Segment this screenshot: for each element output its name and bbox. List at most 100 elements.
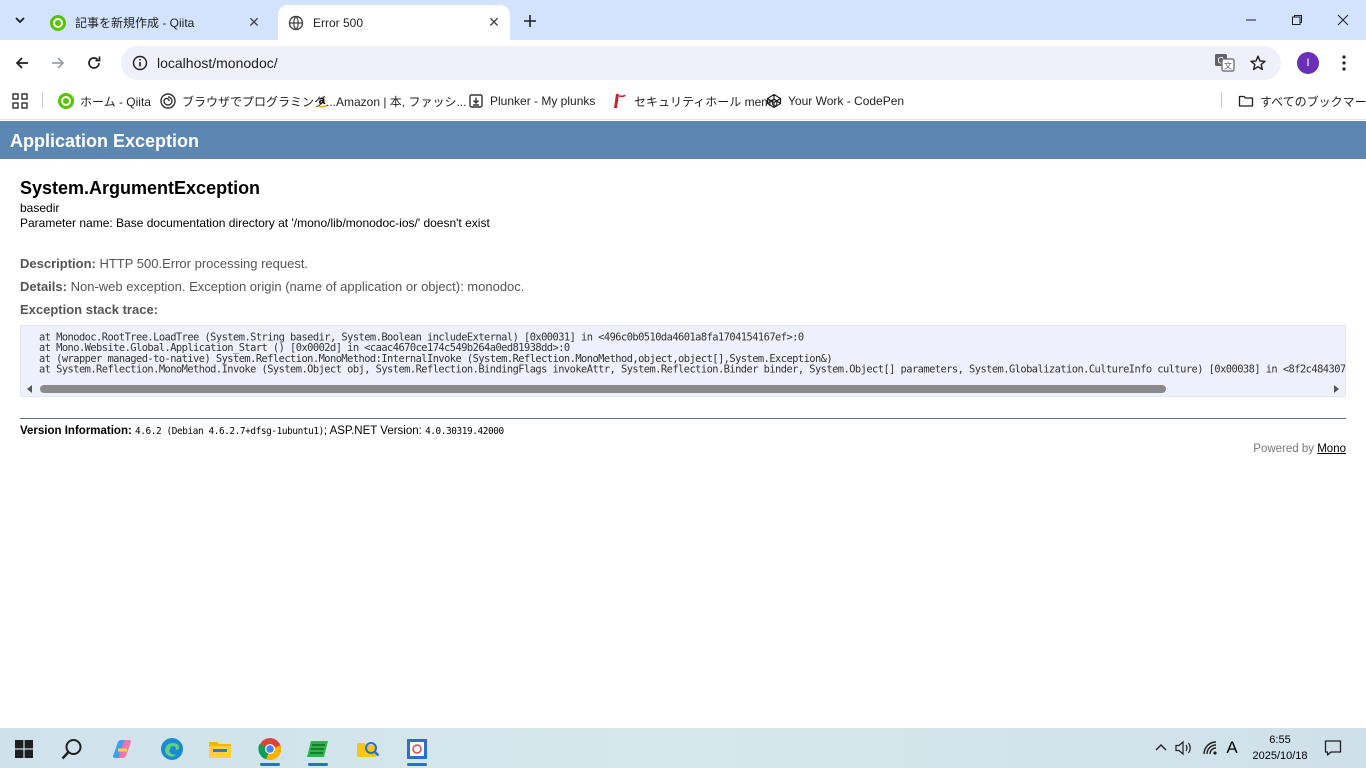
address-bar[interactable]: localhost/monodoc/ G文 <box>121 46 1281 80</box>
active-indicator <box>407 763 427 766</box>
stack-trace-box[interactable]: at Monodoc.RootTree.LoadTree (System.Str… <box>20 325 1346 397</box>
minimize-icon <box>1246 19 1256 21</box>
bookmark-label: Your Work - CodePen <box>788 94 905 108</box>
qiita-icon <box>50 14 66 31</box>
profile-avatar[interactable]: I <box>1297 52 1319 74</box>
close-icon <box>1337 14 1349 26</box>
all-bookmarks-label: すべてのブックマーク <box>1260 94 1366 109</box>
site-info-button[interactable] <box>129 52 151 74</box>
ime-indicator[interactable]: A <box>1222 737 1242 759</box>
new-tab-button[interactable] <box>518 10 542 32</box>
forward-button[interactable] <box>44 49 72 77</box>
page-header-title: Application Exception <box>10 131 200 151</box>
plunker-icon <box>469 94 483 108</box>
description-text: HTTP 500.Error processing request. <box>99 256 309 271</box>
chevron-up-icon <box>1155 744 1167 751</box>
bookmark-amazon[interactable]: a Amazon | 本, ファッシ... <box>314 90 466 112</box>
powered-by: Powered by Mono <box>20 443 1346 455</box>
taskbar-chrome[interactable] <box>250 732 290 766</box>
notepad-icon <box>307 741 328 757</box>
amazon-icon: a <box>316 93 328 108</box>
tab-error-500[interactable]: Error 500 ✕ <box>278 5 510 40</box>
bookmark-label: ブラウザでプログラミング... <box>182 94 337 109</box>
all-bookmarks-button[interactable]: すべてのブックマーク <box>1238 90 1366 112</box>
translate-icon[interactable]: G文 <box>1214 53 1236 73</box>
mono-link[interactable]: Mono <box>1317 443 1346 455</box>
reload-button[interactable] <box>80 49 108 77</box>
bookmark-plunker[interactable]: Plunker - My plunks <box>468 90 595 112</box>
taskbar-copilot[interactable] <box>102 732 142 766</box>
network-button[interactable] <box>1200 737 1220 759</box>
scroll-right-icon[interactable] <box>1332 385 1340 393</box>
bookmark-qiita[interactable]: ホーム - Qiita <box>58 90 151 112</box>
taskbar-app[interactable] <box>397 732 437 766</box>
close-window-button[interactable] <box>1320 0 1366 40</box>
details-label: Details: <box>20 279 67 294</box>
notification-icon <box>1324 740 1342 756</box>
url-text[interactable]: localhost/monodoc/ <box>157 55 278 71</box>
exception-message: Parameter name: Base documentation direc… <box>20 216 490 230</box>
app-icon <box>407 739 427 759</box>
tab-qiita[interactable]: 記事を新規作成 - Qiita ✕ <box>40 5 270 40</box>
tab-title: 記事を新規作成 - Qiita <box>75 16 195 30</box>
powered-by-label: Powered by <box>1253 443 1315 455</box>
bookmarks-separator <box>1221 92 1222 108</box>
bookmark-codepen[interactable]: Your Work - CodePen <box>766 90 904 112</box>
aspnet-version: 4.0.30319.42000 <box>425 426 504 437</box>
minimize-button[interactable] <box>1228 0 1274 40</box>
forward-arrow-icon <box>52 57 65 69</box>
plus-icon <box>524 15 536 27</box>
clock[interactable]: 6:55 2025/10/18 <box>1240 732 1320 764</box>
close-tab-icon[interactable]: ✕ <box>244 13 264 33</box>
back-button[interactable] <box>8 49 36 77</box>
apps-grid-icon[interactable] <box>12 93 28 109</box>
tab-search-button[interactable] <box>8 8 32 32</box>
start-button[interactable] <box>4 732 44 766</box>
description-label: Description: <box>20 256 96 271</box>
volume-button[interactable] <box>1174 737 1194 759</box>
windows-taskbar: A 6:55 2025/10/18 <box>0 728 1366 768</box>
restore-button[interactable] <box>1274 0 1320 40</box>
taskbar-file-explorer[interactable] <box>200 732 240 766</box>
bookmark-label: ホーム - Qiita <box>80 94 151 109</box>
stack-trace-heading: Exception stack trace: <box>20 298 1346 321</box>
tray-overflow-button[interactable] <box>1151 737 1171 759</box>
bookmark-label: Amazon | 本, ファッシ... <box>336 94 467 109</box>
clock-date: 2025/10/18 <box>1252 750 1308 762</box>
bookmark-security-hole[interactable]: セキュリティホール memo <box>612 90 778 112</box>
restore-icon <box>1292 15 1302 25</box>
bookmarks-bar: ホーム - Qiita ブラウザでプログラミング... a Amazon | 本… <box>0 86 1366 120</box>
bookmark-paiza[interactable]: ブラウザでプログラミング... <box>160 90 336 112</box>
taskbar-photos[interactable] <box>348 732 388 766</box>
taskbar-search[interactable] <box>52 732 92 766</box>
horizontal-scrollbar[interactable] <box>21 382 1345 396</box>
active-indicator <box>308 763 328 766</box>
error-content: System.ArgumentException basedir Paramet… <box>20 178 1346 455</box>
scrollbar-thumb[interactable] <box>40 385 1166 393</box>
volume-icon <box>1175 740 1191 756</box>
version-label: Version Information: <box>20 425 132 437</box>
close-tab-icon[interactable]: ✕ <box>484 13 504 33</box>
more-vert-icon <box>1342 55 1346 71</box>
chevron-down-icon <box>15 17 25 24</box>
globe-icon <box>288 15 304 30</box>
back-arrow-icon <box>15 57 28 69</box>
stack-trace-label: Exception stack trace: <box>20 302 159 317</box>
tab-title: Error 500 <box>313 15 364 30</box>
folder-icon <box>1238 95 1254 107</box>
taskbar-notepad[interactable] <box>298 732 338 766</box>
start-icon <box>15 740 33 758</box>
codepen-icon <box>766 93 782 109</box>
details-line: Details: Non-web exception. Exception or… <box>20 275 1346 298</box>
scroll-left-icon[interactable] <box>26 385 34 393</box>
wifi-icon <box>1203 741 1217 755</box>
browser-menu-button[interactable] <box>1334 51 1354 75</box>
bookmark-star-button[interactable] <box>1247 52 1269 74</box>
details-text: Non-web exception. Exception origin (nam… <box>70 279 525 294</box>
security-icon <box>614 94 626 108</box>
version-information: Version Information: 4.6.2 (Debian 4.6.2… <box>20 425 1346 437</box>
stack-trace-text: at Monodoc.RootTree.LoadTree (System.Str… <box>39 331 1346 376</box>
taskbar-edge[interactable] <box>152 732 192 766</box>
mono-version: 4.6.2 (Debian 4.6.2.7+dfsg-1ubuntu1) <box>135 426 324 437</box>
notifications-button[interactable] <box>1323 737 1343 759</box>
